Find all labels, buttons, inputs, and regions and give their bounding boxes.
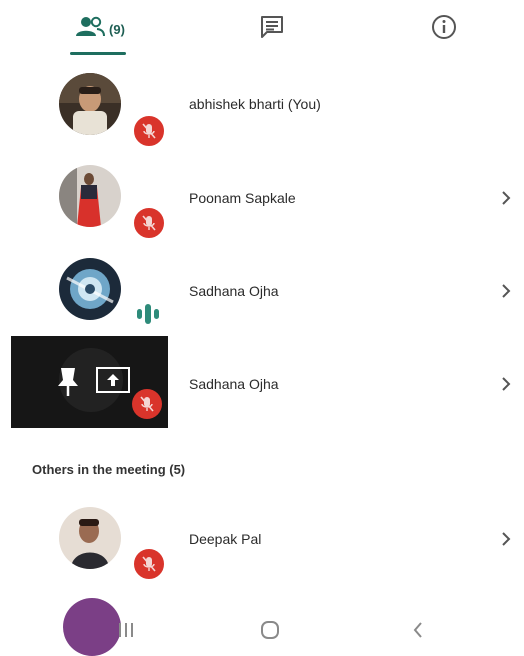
people-icon (75, 16, 106, 43)
tab-people[interactable]: (9) (40, 0, 160, 58)
mic-off-icon (132, 114, 166, 148)
presentation-tile (11, 336, 168, 428)
chevron-right-icon[interactable] (498, 190, 514, 206)
avatar (59, 258, 121, 320)
tab-info[interactable] (398, 0, 490, 58)
participant-name: Sadhana Ojha (189, 376, 279, 392)
back-icon[interactable] (398, 618, 438, 642)
info-icon (431, 14, 457, 45)
avatar (59, 507, 121, 569)
participant-name: abhishek bharti (You) (189, 96, 321, 112)
pin-icon[interactable] (55, 366, 81, 403)
chevron-right-icon[interactable] (498, 531, 514, 547)
chevron-right-icon[interactable] (498, 283, 514, 299)
home-icon[interactable] (250, 618, 290, 642)
participant-name: Deepak Pal (189, 531, 262, 547)
mic-off-icon (132, 206, 166, 240)
chat-icon (259, 14, 285, 45)
chevron-right-icon[interactable] (498, 376, 514, 392)
others-section-heading: Others in the meeting (5) (32, 462, 186, 477)
tab-chat[interactable] (226, 0, 318, 58)
participant-row[interactable]: Poonam Sapkale (0, 150, 524, 242)
screen-share-icon[interactable] (95, 366, 131, 401)
avatar (59, 165, 121, 227)
participant-row[interactable]: Sadhana Ojha (0, 243, 524, 335)
participant-row[interactable]: Deepak Pal (0, 493, 524, 585)
tab-bar: (9) (0, 0, 524, 58)
mic-off-icon (132, 389, 162, 419)
participant-row[interactable]: abhishek bharti (You) (0, 58, 524, 150)
participant-name: Sadhana Ojha (189, 283, 279, 299)
participant-count: (9) (109, 21, 125, 37)
participant-name: Poonam Sapkale (189, 190, 296, 206)
audio-wave-icon (135, 303, 161, 330)
recents-icon[interactable] (106, 618, 146, 642)
system-nav-bar (0, 612, 524, 643)
mic-off-icon (132, 547, 166, 581)
active-tab-indicator (70, 52, 126, 55)
avatar (59, 73, 121, 135)
